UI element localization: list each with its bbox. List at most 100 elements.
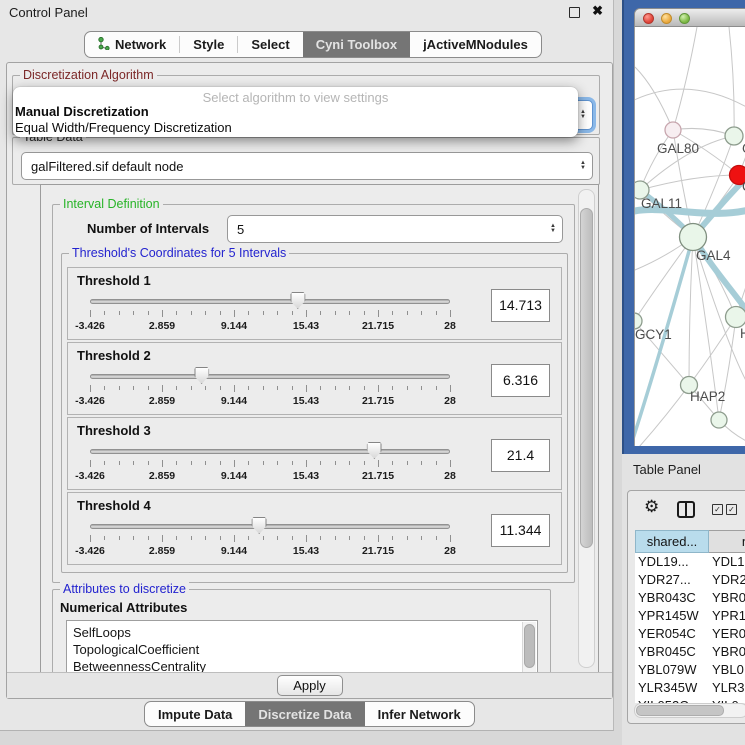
combo-spinner-icon[interactable]: ▲▼ bbox=[580, 110, 586, 120]
table-horizontal-scrollbar[interactable] bbox=[634, 703, 745, 718]
table-row[interactable]: YBR045CYBR0 bbox=[635, 643, 745, 661]
tab-style[interactable]: Style bbox=[180, 32, 237, 57]
table-row[interactable]: YBR043CYBR0 bbox=[635, 589, 745, 607]
tick-mark bbox=[436, 311, 437, 315]
table-row[interactable]: YER054CYER0 bbox=[635, 625, 745, 643]
checkbox-icon[interactable]: ✓ bbox=[726, 504, 737, 515]
slider-track[interactable] bbox=[90, 449, 450, 454]
slider-track[interactable] bbox=[90, 524, 450, 529]
slider-track[interactable] bbox=[90, 299, 450, 304]
settings-scrollbar-thumb[interactable] bbox=[580, 208, 593, 548]
close-icon[interactable]: ✖ bbox=[592, 3, 603, 19]
network-graph[interactable]: GAL80GACGAL11GAL4GCY1HHAP2 bbox=[635, 27, 745, 446]
threshold-value-field[interactable]: 21.4 bbox=[491, 439, 550, 472]
settings-scrollbar[interactable] bbox=[578, 189, 595, 668]
tick-label: -3.426 bbox=[75, 320, 105, 332]
table-cell[interactable]: YBR045C bbox=[635, 643, 709, 661]
tick-label: 2.859 bbox=[149, 545, 175, 557]
number-of-intervals-combobox[interactable]: 5 ▲▼ bbox=[227, 215, 563, 243]
tick-label: 15.43 bbox=[293, 320, 319, 332]
list-item[interactable]: SelfLoops bbox=[67, 624, 537, 641]
table-cell[interactable]: YPR145W bbox=[635, 607, 709, 625]
table-cell[interactable]: YBL079W bbox=[635, 661, 709, 679]
column-header-name[interactable]: n bbox=[709, 530, 745, 553]
table-cell[interactable]: YER054C bbox=[635, 625, 709, 643]
table-cell[interactable]: YDR27... bbox=[635, 571, 709, 589]
column-header-shared-name[interactable]: shared... bbox=[635, 530, 709, 553]
threshold-value-field[interactable]: 11.344 bbox=[491, 514, 550, 547]
table-cell[interactable]: YDL19... bbox=[635, 553, 709, 571]
network-node[interactable] bbox=[725, 127, 743, 145]
slider-track[interactable] bbox=[90, 374, 450, 379]
slider-thumb[interactable] bbox=[367, 442, 382, 459]
threshold-value-field[interactable]: 14.713 bbox=[491, 289, 550, 322]
thresholds-group: Threshold's Coordinates for 5 Intervals … bbox=[61, 253, 568, 573]
tab-impute-data[interactable]: Impute Data bbox=[145, 702, 245, 726]
tab-cyni-toolbox[interactable]: Cyni Toolbox bbox=[303, 32, 410, 57]
tick-mark bbox=[248, 386, 249, 390]
table-cell[interactable]: YLR3 bbox=[709, 679, 745, 697]
tick-label: 2.859 bbox=[149, 320, 175, 332]
slider-ticks bbox=[90, 385, 450, 393]
checkbox-icon[interactable]: ✓ bbox=[712, 504, 723, 515]
table-row[interactable]: YLR345WYLR3 bbox=[635, 679, 745, 697]
list-item[interactable]: TopologicalCoefficient bbox=[67, 641, 537, 658]
table-cell[interactable]: YBR043C bbox=[635, 589, 709, 607]
table-data-combobox[interactable]: galFiltered.sif default node ▲▼ bbox=[21, 152, 593, 180]
combo-spinner-icon[interactable]: ▲▼ bbox=[580, 161, 586, 171]
threshold-slider[interactable]: -3.4262.8599.14415.4321.71528 bbox=[90, 295, 450, 337]
list-scrollbar-thumb[interactable] bbox=[524, 624, 535, 668]
tick-mark bbox=[335, 311, 336, 315]
network-node-gal80[interactable] bbox=[665, 122, 681, 138]
network-canvas[interactable]: GAL80GACGAL11GAL4GCY1HHAP2 bbox=[634, 27, 745, 446]
float-window-icon[interactable] bbox=[569, 7, 580, 18]
table-horizontal-scrollbar-thumb[interactable] bbox=[636, 705, 724, 716]
table-row[interactable]: YPR145WYPR1 bbox=[635, 607, 745, 625]
minimize-traffic-light-icon[interactable] bbox=[661, 13, 672, 24]
tick-mark bbox=[306, 460, 307, 467]
table-cell[interactable]: YDR2 bbox=[709, 571, 745, 589]
table-cell[interactable]: YBL0 bbox=[709, 661, 745, 679]
tick-mark bbox=[378, 310, 379, 317]
table-cell[interactable]: YBR0 bbox=[709, 643, 745, 661]
tab-infer-network[interactable]: Infer Network bbox=[365, 702, 474, 726]
list-item[interactable]: BetweennessCentrality bbox=[67, 658, 537, 673]
table-cell[interactable]: YLR345W bbox=[635, 679, 709, 697]
threshold-slider[interactable]: -3.4262.8599.14415.4321.71528 bbox=[90, 445, 450, 487]
slider-thumb[interactable] bbox=[290, 292, 305, 309]
combo-spinner-icon[interactable]: ▲▼ bbox=[550, 224, 556, 234]
dropdown-item-equal-width-frequency[interactable]: Equal Width/Frequency Discretization bbox=[13, 120, 578, 136]
dropdown-item-manual-discretization[interactable]: Manual Discretization bbox=[13, 104, 578, 120]
gear-icon[interactable]: ⚙ bbox=[644, 497, 659, 517]
zoom-traffic-light-icon[interactable] bbox=[679, 13, 690, 24]
network-node-h[interactable] bbox=[726, 307, 745, 328]
threshold-slider[interactable]: -3.4262.8599.14415.4321.71528 bbox=[90, 520, 450, 562]
tab-select[interactable]: Select bbox=[238, 32, 302, 57]
numerical-attributes-list[interactable]: SelfLoops TopologicalCoefficient Between… bbox=[66, 620, 538, 673]
close-traffic-light-icon[interactable] bbox=[643, 13, 654, 24]
network-node-gal4[interactable] bbox=[680, 224, 707, 251]
threshold-row: Threshold 3 -3.4262.8599.14415.4321.7152… bbox=[67, 417, 562, 490]
table-cell[interactable]: YDL1 bbox=[709, 553, 745, 571]
apply-button[interactable]: Apply bbox=[277, 675, 343, 696]
table-cell[interactable]: YBR0 bbox=[709, 589, 745, 607]
slider-thumb[interactable] bbox=[252, 517, 267, 534]
network-node[interactable] bbox=[711, 412, 727, 428]
table-cell[interactable]: YER0 bbox=[709, 625, 745, 643]
tab-jactivemnodules[interactable]: jActiveMNodules bbox=[410, 32, 541, 57]
tick-mark bbox=[119, 386, 120, 390]
tick-mark bbox=[277, 311, 278, 315]
table-row[interactable]: YDR27...YDR2 bbox=[635, 571, 745, 589]
slider-thumb[interactable] bbox=[194, 367, 209, 384]
threshold-slider[interactable]: -3.4262.8599.14415.4321.71528 bbox=[90, 370, 450, 412]
network-window-titlebar[interactable] bbox=[634, 8, 745, 27]
table-cell[interactable]: YPR1 bbox=[709, 607, 745, 625]
table-row[interactable]: YBL079WYBL0 bbox=[635, 661, 745, 679]
split-columns-icon[interactable] bbox=[677, 501, 695, 518]
tab-label: Infer Network bbox=[378, 707, 461, 722]
threshold-value-field[interactable]: 6.316 bbox=[491, 364, 550, 397]
table-row[interactable]: YDL19...YDL1 bbox=[635, 553, 745, 571]
list-scrollbar[interactable] bbox=[522, 622, 536, 673]
tab-discretize-data[interactable]: Discretize Data bbox=[245, 702, 364, 726]
tab-network[interactable]: Network bbox=[85, 32, 179, 57]
